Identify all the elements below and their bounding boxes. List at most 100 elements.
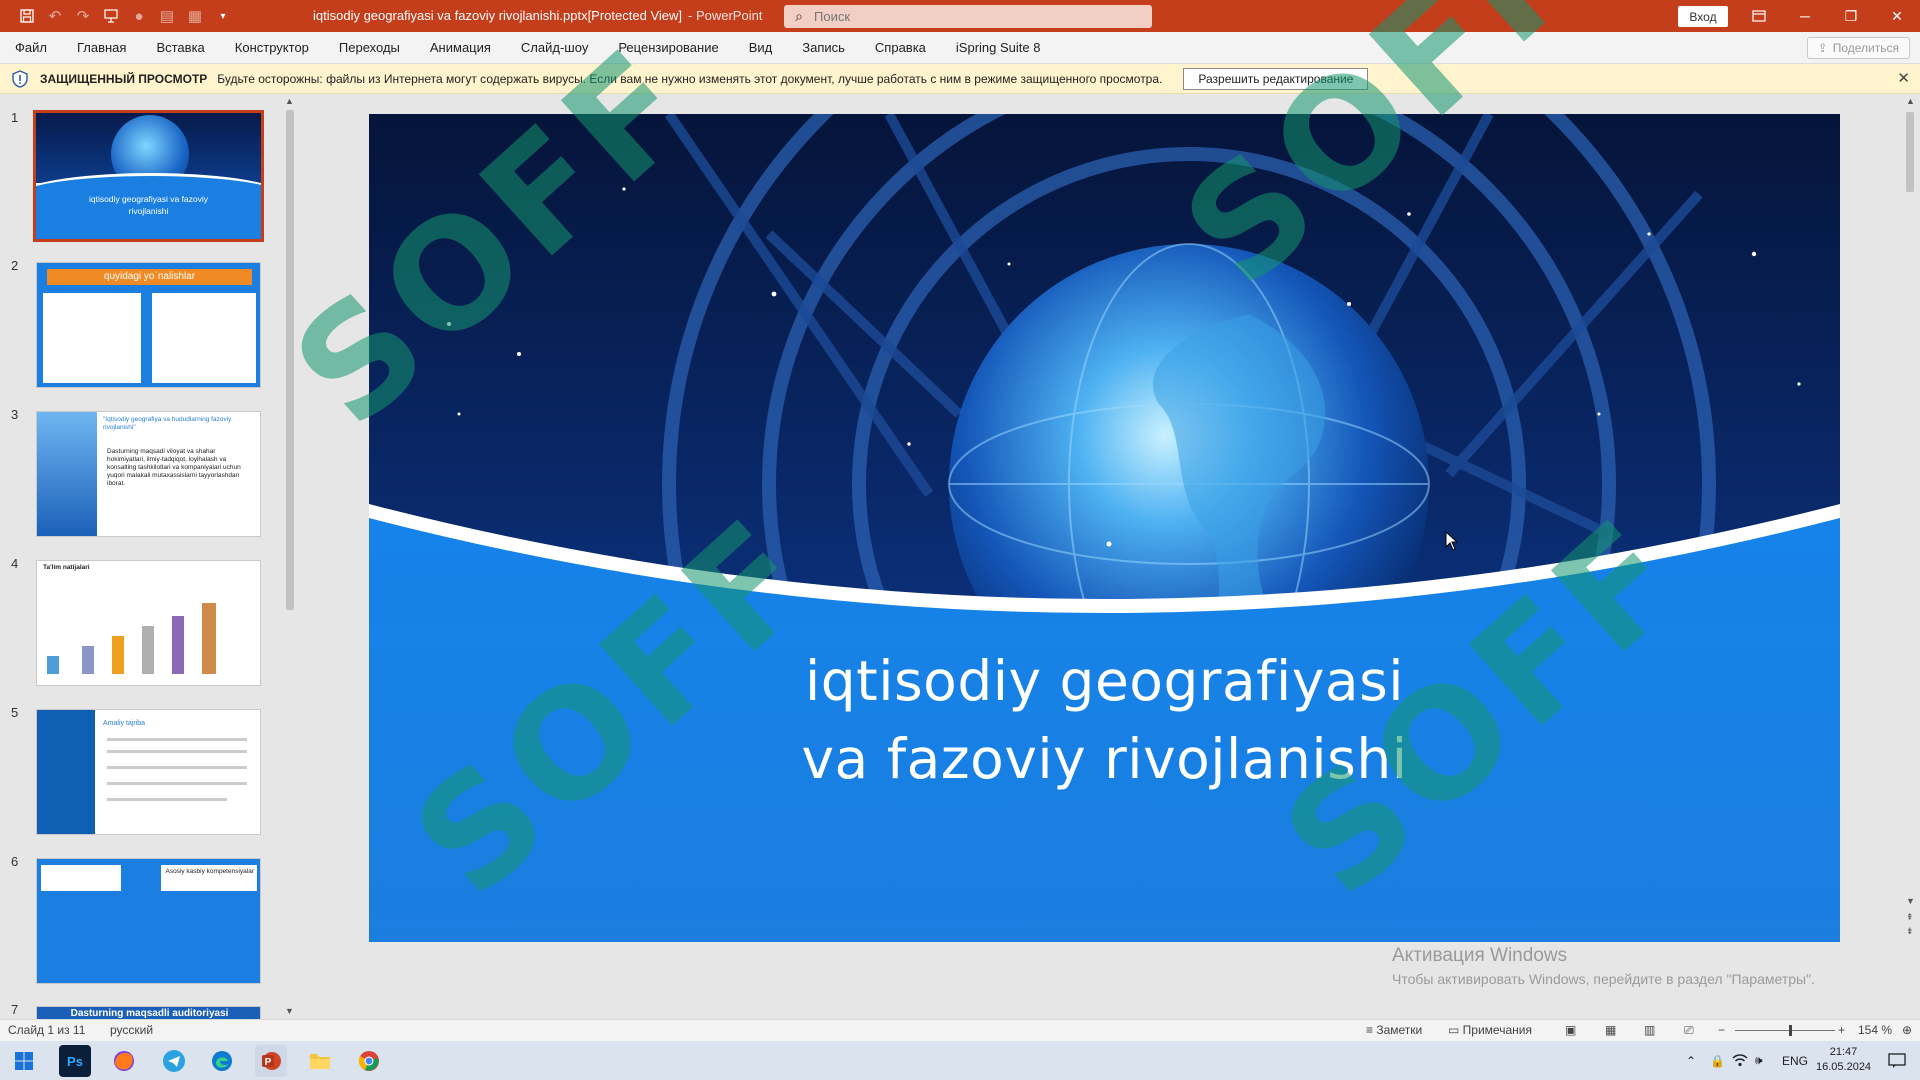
text-line	[107, 766, 247, 769]
thumbnail-number: 5	[11, 705, 19, 720]
bar-graphic	[112, 636, 124, 674]
comment-icon: ▭	[1448, 1023, 1463, 1037]
photoshop-icon[interactable]: Ps	[59, 1045, 91, 1077]
tab-review[interactable]: Рецензирование	[603, 32, 733, 64]
firefox-icon[interactable]	[108, 1045, 140, 1077]
scroll-up-icon[interactable]: ▲	[285, 96, 294, 106]
tab-animations[interactable]: Анимация	[415, 32, 506, 64]
tab-design[interactable]: Конструктор	[220, 32, 324, 64]
tab-record[interactable]: Запись	[787, 32, 860, 64]
present-from-start-icon[interactable]	[98, 3, 124, 29]
windows-start-icon[interactable]	[8, 1045, 40, 1077]
thumbnail-body: Dasturning maqsadi viloyat va shahar hok…	[107, 448, 241, 487]
tab-ispring[interactable]: iSpring Suite 8	[941, 32, 1056, 64]
reading-view-icon[interactable]: ▥	[1644, 1023, 1655, 1037]
slideshow-view-icon[interactable]: ⎚	[1684, 1023, 1694, 1038]
search-box[interactable]: ⌕	[784, 5, 1152, 28]
thumbnail-slide-7[interactable]: Dasturning maqsadli auditoriyasi	[36, 1006, 261, 1019]
thumbnail-slide-3[interactable]: "Iqtisodiy geografiya va hududlarning fa…	[36, 411, 261, 537]
zoom-in-icon[interactable]: +	[1838, 1023, 1845, 1037]
tab-view[interactable]: Вид	[734, 32, 788, 64]
thumbnail-slide-2[interactable]: quyidagi yo`nalishlar	[36, 262, 261, 388]
share-button[interactable]: ⇪ Поделиться	[1806, 37, 1910, 59]
slide-title-line-2: va fazoviy rivojlanishi	[801, 727, 1408, 791]
save-icon[interactable]	[14, 3, 40, 29]
system-clock[interactable]: 21:47 16.05.2024	[1816, 1045, 1871, 1075]
undo-icon[interactable]: ↶	[42, 3, 68, 29]
ribbon-display-options-icon[interactable]	[1736, 0, 1782, 32]
fit-to-window-icon[interactable]: ⊕	[1902, 1023, 1912, 1037]
sign-in-button[interactable]: Вход	[1678, 6, 1728, 27]
zoom-slider-handle[interactable]	[1789, 1025, 1792, 1036]
input-language[interactable]: ENG	[1782, 1041, 1808, 1080]
scrollbar-thumb[interactable]	[286, 110, 294, 610]
notes-button[interactable]: ≡ Заметки	[1366, 1023, 1422, 1037]
slide-thumbnail-pane: 1 iqtisodiy geografiyasi va fazoviy rivo…	[0, 94, 300, 1019]
people-image	[37, 412, 97, 536]
close-message-icon[interactable]: ✕	[1897, 69, 1910, 87]
close-icon[interactable]: ✕	[1874, 0, 1920, 32]
scroll-up-icon[interactable]: ▲	[1906, 96, 1915, 106]
redo-icon[interactable]: ↷	[70, 3, 96, 29]
activation-title: Активация Windows	[1392, 945, 1568, 966]
thumbnail-slide-1[interactable]: iqtisodiy geografiyasi va fazoviy rivojl…	[33, 110, 264, 242]
bar-graphic	[47, 656, 59, 674]
customize-qat-icon[interactable]: ▾	[210, 3, 236, 29]
edge-icon[interactable]	[206, 1045, 238, 1077]
quick-access-toolbar: ↶ ↷ ● ▤ ▦ ▾	[0, 3, 300, 29]
tab-file[interactable]: Файл	[0, 32, 62, 64]
zoom-slider[interactable]	[1735, 1030, 1835, 1031]
minimize-icon[interactable]: ─	[1782, 0, 1828, 32]
tab-slideshow[interactable]: Слайд-шоу	[506, 32, 603, 64]
language-indicator[interactable]: русский	[110, 1023, 153, 1037]
thumbnail-box	[41, 865, 121, 891]
text-line	[107, 738, 247, 741]
scroll-down-icon[interactable]: ▼	[1906, 896, 1915, 906]
wifi-icon[interactable]	[1732, 1041, 1748, 1080]
thumbnail-scrollbar[interactable]: ▲ ▼	[282, 96, 298, 1020]
search-input[interactable]	[814, 9, 1114, 24]
thumbnail-title: Dasturning maqsadli auditoriyasi	[70, 1008, 229, 1019]
layout-icon[interactable]: ▤	[154, 3, 180, 29]
thumbnail-title: Asosiy kasbiy kompetensiyalar	[161, 865, 257, 891]
text-line	[107, 782, 247, 785]
record-icon[interactable]: ●	[126, 3, 152, 29]
tab-insert[interactable]: Вставка	[141, 32, 219, 64]
share-label: Поделиться	[1832, 41, 1899, 55]
tab-help[interactable]: Справка	[860, 32, 941, 64]
powerpoint-taskbar-icon[interactable]: P	[255, 1045, 287, 1077]
slide-editor: iqtisodiy geografiyasi va fazoviy rivojl…	[300, 94, 1920, 1019]
scroll-down-icon[interactable]: ▼	[285, 1006, 294, 1016]
slide-sorter-icon[interactable]: ▦	[1605, 1023, 1616, 1037]
previous-slide-icon[interactable]: ⇞	[1906, 912, 1914, 923]
restore-icon[interactable]: ❐	[1828, 0, 1874, 32]
file-explorer-icon[interactable]	[304, 1045, 336, 1077]
enable-editing-button[interactable]: Разрешить редактирование	[1183, 67, 1369, 90]
next-slide-icon[interactable]: ⇟	[1906, 926, 1914, 937]
comments-button[interactable]: ▭ Примечания	[1448, 1023, 1532, 1037]
notes-icon: ≡	[1366, 1023, 1377, 1037]
tab-home[interactable]: Главная	[62, 32, 141, 64]
thumbnail-slide-4[interactable]: Ta'lim natijalari	[36, 560, 261, 686]
volume-icon[interactable]: 🕪	[1755, 1041, 1763, 1080]
scrollbar-thumb[interactable]	[1906, 112, 1914, 192]
chrome-icon[interactable]	[353, 1045, 385, 1077]
zoom-out-icon[interactable]: −	[1718, 1023, 1725, 1037]
security-tray-icon[interactable]: 🔒	[1710, 1041, 1725, 1080]
tab-transitions[interactable]: Переходы	[324, 32, 415, 64]
current-slide[interactable]: iqtisodiy geografiyasi va fazoviy rivojl…	[369, 114, 1840, 942]
table-icon[interactable]: ▦	[182, 3, 208, 29]
slide-title[interactable]: iqtisodiy geografiyasi va fazoviy rivojl…	[369, 642, 1840, 798]
mouse-cursor-icon	[1445, 531, 1459, 551]
thumbnail-slide-5[interactable]: Amaliy tajriba	[36, 709, 261, 835]
bar-graphic	[202, 603, 216, 674]
search-icon: ⌕	[795, 8, 803, 24]
notification-center-icon[interactable]	[1888, 1041, 1906, 1080]
zoom-level[interactable]: 154 %	[1858, 1023, 1892, 1037]
text-line	[107, 750, 247, 753]
normal-view-icon[interactable]: ▣	[1565, 1023, 1576, 1037]
show-hidden-icons[interactable]: ⌃	[1686, 1041, 1696, 1080]
telegram-icon[interactable]	[158, 1045, 190, 1077]
editor-scrollbar[interactable]: ▲ ▼ ⇞ ⇟	[1902, 96, 1918, 941]
thumbnail-slide-6[interactable]: Asosiy kasbiy kompetensiyalar	[36, 858, 261, 984]
